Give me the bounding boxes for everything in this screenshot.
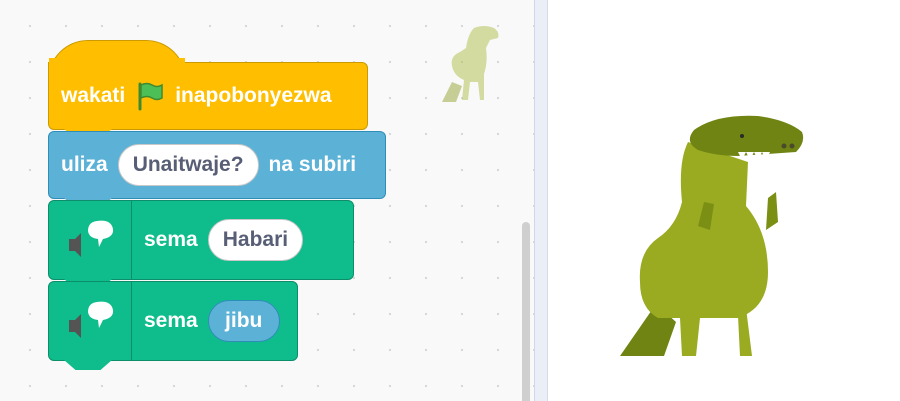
say-text-input[interactable]: Habari <box>207 219 304 261</box>
code-area[interactable]: wakati inapobonyezwa uliza Unaitwaje? na… <box>0 0 534 401</box>
say-block-2-notch <box>64 360 112 370</box>
hat-label-after: inapobonyezwa <box>175 84 332 107</box>
when-flag-clicked-block[interactable]: wakati inapobonyezwa <box>48 62 368 130</box>
speech-bubble-icon <box>49 282 132 360</box>
ask-label-before: uliza <box>61 153 108 176</box>
dinosaur-icon <box>442 26 499 102</box>
ask-label-after: na subiri <box>268 153 357 176</box>
hat-block-cap-fill <box>49 58 185 66</box>
green-flag-icon <box>135 81 165 111</box>
ask-and-wait-block[interactable]: uliza Unaitwaje? na subiri <box>48 131 386 199</box>
hat-label-before: wakati <box>61 84 126 107</box>
answer-reporter[interactable]: jibu <box>207 300 280 342</box>
ask-question-input[interactable]: Unaitwaje? <box>117 144 259 186</box>
dinosaur-sprite[interactable] <box>618 112 818 362</box>
say-label: sema <box>144 309 198 332</box>
stage[interactable] <box>548 0 900 401</box>
say-block-2[interactable]: sema jibu <box>48 281 298 361</box>
speech-bubble-icon <box>49 201 132 279</box>
pane-divider <box>534 0 548 401</box>
say-block-1[interactable]: sema Habari <box>48 200 354 280</box>
vertical-scrollbar-thumb[interactable] <box>522 222 530 401</box>
say-label: sema <box>144 228 198 251</box>
